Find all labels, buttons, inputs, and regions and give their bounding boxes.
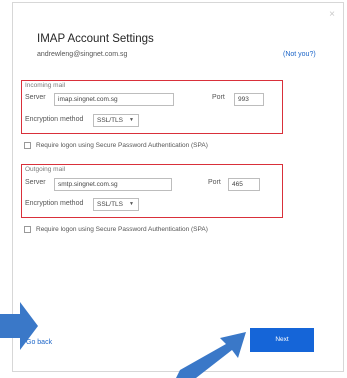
outgoing-encryption-value: SSL/TLS [97, 201, 124, 208]
incoming-spa-row[interactable]: Require logon using Secure Password Auth… [24, 142, 208, 149]
outgoing-spa-checkbox[interactable] [24, 226, 31, 233]
incoming-encryption-label: Encryption method [25, 116, 84, 123]
outgoing-mail-label: Outgoing mail [25, 166, 66, 173]
outgoing-port-label: Port [208, 179, 221, 186]
close-icon[interactable]: × [329, 9, 335, 20]
incoming-spa-label: Require logon using Secure Password Auth… [36, 142, 208, 150]
not-you-link[interactable]: (Not you?) [283, 51, 316, 58]
incoming-encryption-select[interactable]: SSL/TLS ▼ [93, 114, 139, 127]
outgoing-encryption-select[interactable]: SSL/TLS ▼ [93, 198, 139, 211]
arrow-right-icon [0, 302, 38, 350]
incoming-server-input[interactable]: imap.singnet.com.sg [54, 93, 174, 106]
incoming-mail-label: Incoming mail [25, 82, 66, 89]
outgoing-spa-row[interactable]: Require logon using Secure Password Auth… [24, 226, 208, 233]
outgoing-server-input[interactable]: smtp.singnet.com.sg [54, 178, 172, 191]
incoming-port-input[interactable]: 993 [234, 93, 264, 106]
incoming-server-label: Server [25, 94, 46, 101]
next-button[interactable]: Next [250, 328, 314, 352]
chevron-down-icon: ▼ [129, 117, 134, 123]
chevron-down-icon: ▼ [129, 201, 134, 207]
outgoing-encryption-label: Encryption method [25, 200, 84, 207]
incoming-port-label: Port [212, 94, 225, 101]
incoming-encryption-value: SSL/TLS [97, 117, 124, 124]
outgoing-spa-label: Require logon using Secure Password Auth… [36, 226, 208, 234]
account-email: andrewleng@singnet.com.sg [37, 51, 128, 58]
outgoing-mail-section: Outgoing mail Server smtp.singnet.com.sg… [21, 164, 283, 218]
outgoing-server-label: Server [25, 179, 46, 186]
outgoing-port-input[interactable]: 465 [228, 178, 260, 191]
dialog-title: IMAP Account Settings [37, 33, 154, 45]
arrow-up-right-icon [176, 332, 246, 378]
incoming-spa-checkbox[interactable] [24, 142, 31, 149]
incoming-mail-section: Incoming mail Server imap.singnet.com.sg… [21, 80, 283, 134]
